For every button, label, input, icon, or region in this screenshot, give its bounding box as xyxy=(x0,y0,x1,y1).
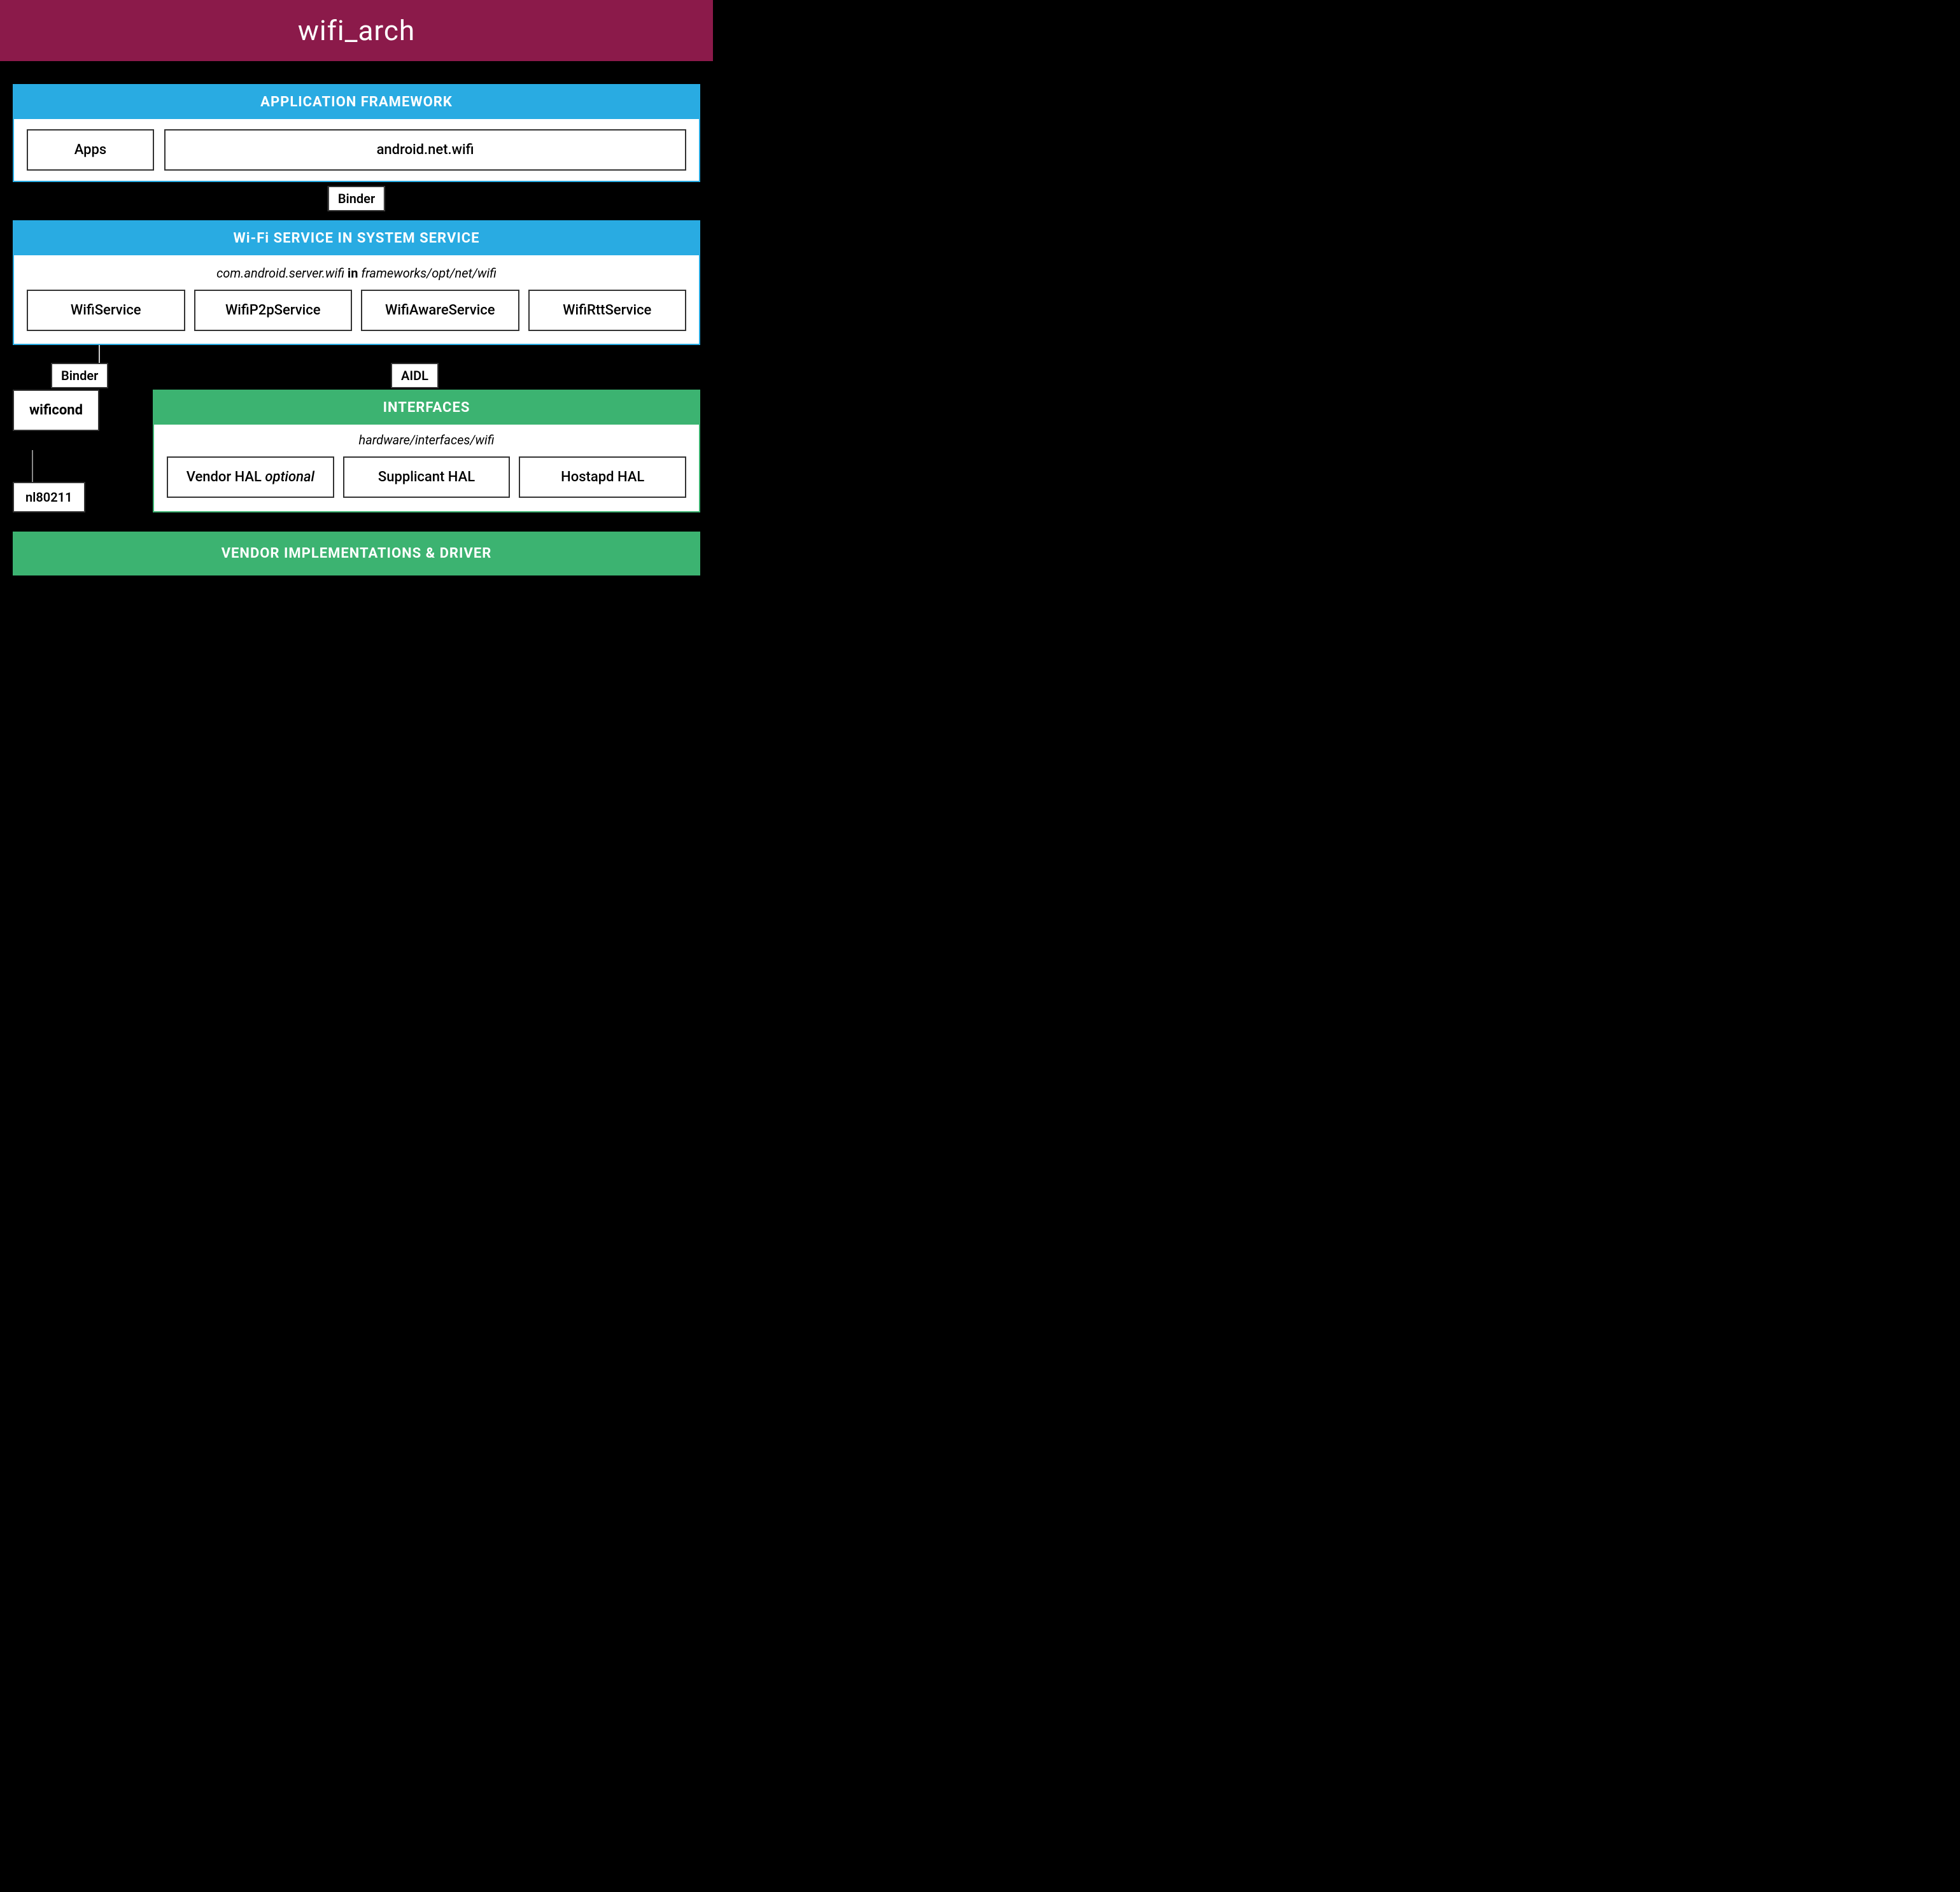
hal-row: Vendor HAL optional Supplicant HAL Hosta… xyxy=(167,456,686,498)
binder-top-label-container: Binder xyxy=(328,191,385,206)
binder-left-container: Binder xyxy=(51,368,108,383)
wifi-service-subpath: com.android.server.wifi in frameworks/op… xyxy=(27,265,686,281)
binder-top-connector: Binder xyxy=(13,182,700,220)
supplicant-hal-box: Supplicant HAL xyxy=(343,456,511,498)
interfaces-section: INTERFACES hardware/interfaces/wifi Vend… xyxy=(153,390,700,512)
binder-left-label: Binder xyxy=(51,363,108,388)
app-framework-header: APPLICATION FRAMEWORK xyxy=(14,85,699,119)
nl80211-line xyxy=(32,450,33,482)
aidl-container: AIDL xyxy=(391,368,439,383)
wificond-box: wificond xyxy=(13,390,99,431)
vendor-section: VENDOR IMPLEMENTATIONS & DRIVER xyxy=(13,532,700,575)
subpath-italic1: com.android.server.wifi xyxy=(216,265,344,281)
app-framework-section: APPLICATION FRAMEWORK Apps android.net.w… xyxy=(13,84,700,182)
wificond-col: wificond nl80211 xyxy=(13,390,153,512)
vendor-hal-label: Vendor HAL optional xyxy=(187,469,314,485)
wifi-service-header: Wi-Fi SERVICE IN SYSTEM SERVICE xyxy=(14,222,699,255)
services-row: WifiService WifiP2pService WifiAwareServ… xyxy=(27,290,686,331)
app-framework-body: Apps android.net.wifi xyxy=(14,119,699,181)
binder-top-label: Binder xyxy=(328,186,385,211)
subpath-italic2: frameworks/opt/net/wifi xyxy=(361,265,497,281)
vendor-header: VENDOR IMPLEMENTATIONS & DRIVER xyxy=(13,546,700,561)
interfaces-header: INTERFACES xyxy=(154,391,699,425)
wifi-service-body: com.android.server.wifi in frameworks/op… xyxy=(14,255,699,344)
title-bar: wifi_arch xyxy=(0,0,713,61)
subpath-bold: in xyxy=(348,265,358,281)
apps-box: Apps xyxy=(27,129,154,171)
wifi-service-section: Wi-Fi SERVICE IN SYSTEM SERVICE com.andr… xyxy=(13,220,700,345)
wifi-service-box: WifiService xyxy=(27,290,185,331)
interfaces-subpath: hardware/interfaces/wifi xyxy=(167,432,686,448)
wifiaware-service-box: WifiAwareService xyxy=(361,290,519,331)
vendor-hal-box: Vendor HAL optional xyxy=(167,456,334,498)
wifirtt-service-box: WifiRttService xyxy=(528,290,687,331)
page-title: wifi_arch xyxy=(0,14,713,47)
hostapd-hal-label: Hostapd HAL xyxy=(561,469,644,485)
aidl-label: AIDL xyxy=(391,363,439,388)
nl80211-box: nl80211 xyxy=(13,482,85,512)
binder-aidl-row: Binder AIDL xyxy=(13,345,700,390)
wifiaware-service-label: WifiAwareService xyxy=(385,302,495,318)
wifi-service-label: WifiService xyxy=(71,302,141,318)
wifi-service-arrow-line xyxy=(99,345,100,364)
hostapd-hal-box: Hostapd HAL xyxy=(519,456,686,498)
wifirtt-service-label: WifiRttService xyxy=(563,302,651,318)
android-net-wifi-box: android.net.wifi xyxy=(164,129,686,171)
wifip2p-service-box: WifiP2pService xyxy=(194,290,353,331)
page-container: wifi_arch APPLICATION FRAMEWORK Apps and… xyxy=(0,0,713,575)
wifip2p-service-label: WifiP2pService xyxy=(225,302,321,318)
interfaces-body: hardware/interfaces/wifi Vendor HAL opti… xyxy=(154,425,699,511)
supplicant-hal-label: Supplicant HAL xyxy=(378,469,475,485)
lower-section: wificond nl80211 INTERFACES hardware/int… xyxy=(13,390,700,512)
